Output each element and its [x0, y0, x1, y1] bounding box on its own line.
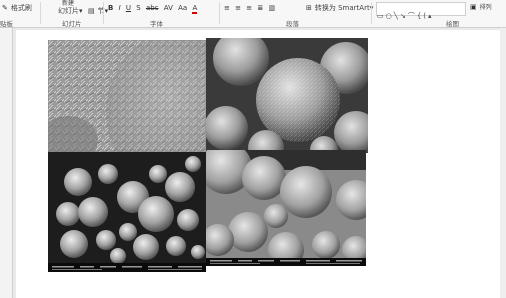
- drawing-group-label: 绘图: [446, 20, 459, 28]
- arrange-button[interactable]: ▣ 排列: [470, 3, 492, 12]
- justify-icon[interactable]: ≣: [257, 4, 263, 12]
- bold-button[interactable]: B: [108, 4, 113, 12]
- smartart-label: 转换为 SmartArt: [314, 4, 370, 12]
- align-center-icon[interactable]: ≡: [235, 4, 241, 12]
- strikethrough-button[interactable]: abc: [146, 4, 159, 12]
- align-left-icon[interactable]: ≡: [224, 4, 230, 12]
- paintbrush-icon: ✎: [2, 4, 8, 12]
- new-slide-label: 幻灯片: [58, 7, 79, 15]
- smartart-icon: ⊞: [306, 4, 312, 12]
- paragraph-group-label: 段落: [286, 20, 299, 28]
- divider: [40, 2, 41, 24]
- align-right-icon[interactable]: ≡: [246, 4, 252, 12]
- arrow-shape-icon[interactable]: ↘: [400, 12, 406, 20]
- paragraph-align-row: ≡ ≡ ≡ ≣ ▥: [224, 4, 278, 12]
- italic-button[interactable]: I: [119, 4, 121, 12]
- divider: [103, 2, 104, 24]
- change-case-button[interactable]: Aa: [178, 4, 187, 12]
- chevron-down-icon: ▾: [79, 7, 83, 15]
- convert-smartart-button[interactable]: ⊞转换为 SmartArt▾: [306, 4, 376, 12]
- font-format-row: B I U S abc AV Aa A: [108, 4, 200, 14]
- font-color-button[interactable]: A: [192, 4, 198, 14]
- section-icon: ▤: [88, 7, 95, 15]
- rectangle-shape-icon[interactable]: ▭: [377, 12, 384, 20]
- slides-group-label: 幻灯片: [62, 20, 82, 28]
- sem-micrograph-picture: [48, 40, 208, 152]
- divider: [371, 2, 372, 24]
- format-painter-button[interactable]: ✎ 格式刷: [2, 4, 32, 12]
- divider: [219, 2, 220, 24]
- clipboard-group-label: 贴板: [0, 20, 13, 28]
- shadow-button[interactable]: S: [136, 4, 140, 12]
- ribbon: ✎ 格式刷 贴板 新建 幻灯片▾ ▤ 节▾ 幻灯片 B I U S abc AV A…: [0, 0, 506, 28]
- brace-shape-icon[interactable]: {: [417, 12, 421, 20]
- sem-micrograph-picture: [206, 150, 366, 266]
- oval-shape-icon[interactable]: ○: [386, 12, 392, 20]
- new-slide-button[interactable]: 幻灯片▾: [58, 7, 86, 15]
- underline-button[interactable]: U: [126, 4, 131, 12]
- vertical-scrollbar[interactable]: [500, 28, 506, 298]
- shapes-gallery[interactable]: ▭ ○ ╲ ↘ ⌒{(▴: [376, 2, 466, 20]
- line-shape-icon[interactable]: ╲: [394, 12, 398, 20]
- format-painter-label: 格式刷: [10, 4, 32, 12]
- sem-micrograph-picture: [48, 152, 206, 272]
- sem-image-top-left[interactable]: [48, 40, 208, 152]
- columns-icon[interactable]: ▥: [268, 4, 275, 12]
- curve-shape-icon[interactable]: ⌒: [408, 12, 415, 20]
- scroll-up-icon[interactable]: ▴: [428, 12, 432, 20]
- arrange-icon: ▣: [470, 3, 477, 11]
- arrange-label: 排列: [479, 4, 492, 11]
- sem-image-bottom-left[interactable]: [48, 152, 206, 272]
- char-spacing-button[interactable]: AV: [164, 4, 173, 12]
- bracket-shape-icon[interactable]: (: [423, 12, 426, 20]
- slide-thumbnail-pane[interactable]: [0, 28, 13, 298]
- font-group-label: 字体: [150, 20, 163, 28]
- sem-image-bottom-right[interactable]: [206, 150, 366, 266]
- sem-image-top-right[interactable]: [206, 38, 368, 153]
- sem-micrograph-picture: [206, 38, 368, 153]
- slide-canvas[interactable]: [16, 30, 506, 298]
